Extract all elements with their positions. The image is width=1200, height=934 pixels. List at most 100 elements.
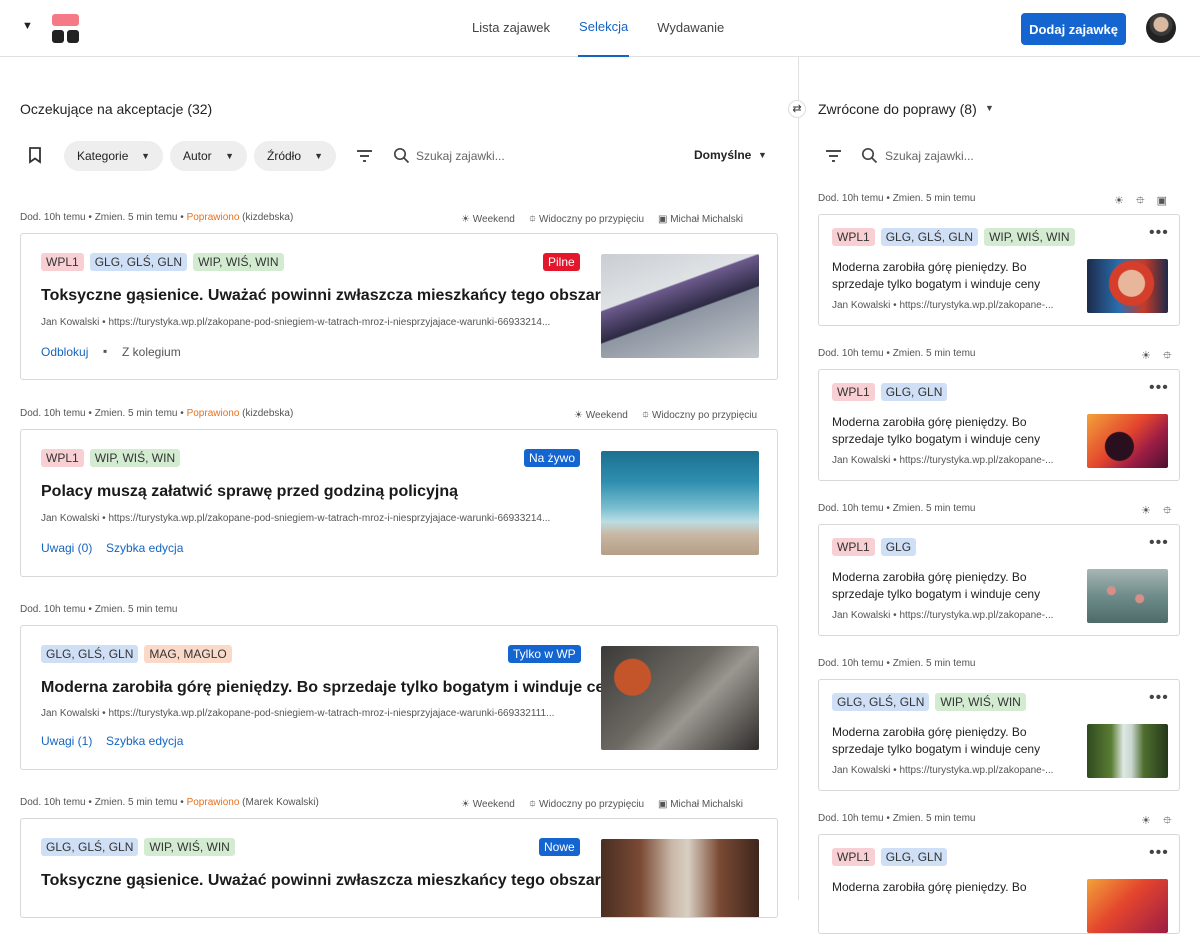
returned-card[interactable]: WPL1 GLG, GLN ••• Moderna zarobiła górę … <box>818 369 1180 481</box>
teaser-card[interactable]: WPL1 GLG, GLŚ, GLN WIP, WIŚ, WIN Pilne T… <box>20 233 778 380</box>
lock-icon: ▣ <box>657 214 668 225</box>
teaser-source: Jan Kowalski • https://turystyka.wp.pl/z… <box>41 513 581 524</box>
teaser-card[interactable]: WPL1 WIP, WIŚ, WIN Na żywo Polacy muszą … <box>20 429 778 577</box>
card-flags: ☀ ⯐ <box>1141 502 1171 521</box>
comment-icon: ▪ <box>103 344 108 358</box>
meta-changed: Zmien. 5 min temu <box>892 348 976 359</box>
swap-panels-icon[interactable]: ⇄ <box>788 100 806 118</box>
unlock-link[interactable]: Odblokuj <box>41 345 88 359</box>
teaser-thumbnail <box>601 254 759 358</box>
filter-zrodlo[interactable]: Źródło ▼ <box>254 141 336 171</box>
teaser-title[interactable]: Moderna zarobiła górę pieniędzy. Bo sprz… <box>832 414 1062 448</box>
teaser-title[interactable]: Moderna zarobiła górę pieniędzy. Bo sprz… <box>41 679 623 697</box>
pin-icon: ⯐ <box>1163 815 1172 827</box>
dot-separator: • <box>886 348 890 359</box>
more-menu-icon[interactable]: ••• <box>1149 379 1169 397</box>
menu-caret-icon[interactable]: ▼ <box>22 20 33 32</box>
returned-card[interactable]: WPL1 GLG, GLŚ, GLN WIP, WIŚ, WIN ••• Mod… <box>818 214 1180 326</box>
filter-lines-icon[interactable] <box>825 149 842 163</box>
returned-card[interactable]: GLG, GLŚ, GLN WIP, WIŚ, WIN ••• Moderna … <box>818 679 1180 791</box>
right-search-input[interactable]: Szukaj zajawki... <box>885 149 974 163</box>
dot-separator: • <box>180 408 184 419</box>
filter-lines-icon[interactable] <box>356 149 373 163</box>
meta-changed: Zmien. 5 min temu <box>94 212 178 223</box>
note-label: Z kolegium <box>122 345 181 359</box>
teaser-card[interactable]: GLG, GLŚ, GLN MAG, MAGLO Tylko w WP Mode… <box>20 625 778 770</box>
flag-weekend: Weekend <box>472 799 515 810</box>
comments-link[interactable]: Uwagi (0) <box>41 541 92 555</box>
nav-wydawanie[interactable]: Wydawanie <box>656 0 725 57</box>
tag: WPL1 <box>41 449 84 467</box>
teaser-thumbnail <box>601 451 759 555</box>
teaser-title[interactable]: Moderna zarobiła górę pieniędzy. Bo sprz… <box>832 724 1062 758</box>
bookmark-icon[interactable] <box>28 147 42 164</box>
teaser-title[interactable]: Moderna zarobiła górę pieniędzy. Bo sprz… <box>832 259 1062 293</box>
meta-changed: Zmien. 5 min temu <box>892 503 976 514</box>
teaser-thumbnail <box>1087 259 1168 313</box>
meta-added: Dod. 10h temu <box>20 604 86 615</box>
quick-edit-link[interactable]: Szybka edycja <box>106 734 183 748</box>
teaser-source: Jan Kowalski • https://turystyka.wp.pl/z… <box>832 300 1075 311</box>
returned-card[interactable]: WPL1 GLG, GLN ••• Moderna zarobiła górę … <box>818 834 1180 934</box>
dot-separator: • <box>180 212 184 223</box>
teaser-title[interactable]: Polacy muszą załatwić sprawę przed godzi… <box>41 483 458 501</box>
dot-separator: • <box>88 604 92 615</box>
teaser-url: https://turystyka.wp.pl/zakopane-... <box>899 610 1054 621</box>
sun-icon: ☀ <box>461 799 470 810</box>
search-icon <box>393 147 410 164</box>
tag: MAG, MAGLO <box>144 645 232 663</box>
teaser-url: https://turystyka.wp.pl/zakopane-pod-sni… <box>108 708 555 719</box>
filter-autor-label: Autor <box>183 149 212 163</box>
meta-by: (kizdebska) <box>242 408 294 419</box>
tag: WIP, WIŚ, WIN <box>935 693 1026 711</box>
logo <box>52 14 79 43</box>
teaser-title[interactable]: Moderna zarobiła górę pieniędzy. Bo sprz… <box>832 569 1062 603</box>
teaser-title[interactable]: Moderna zarobiła górę pieniędzy. Bo <box>832 879 1062 896</box>
right-panel-title[interactable]: Zwrócone do poprawy (8) <box>818 101 977 117</box>
quick-edit-link[interactable]: Szybka edycja <box>106 541 183 555</box>
tag: GLG, GLŚ, GLN <box>89 253 188 271</box>
avatar[interactable] <box>1146 13 1176 43</box>
flag-visible: Widoczny po przypięciu <box>652 410 758 421</box>
dot-separator: • <box>886 658 890 669</box>
tag: WPL1 <box>41 253 84 271</box>
flag-weekend: Weekend <box>472 214 515 225</box>
status-badge: Nowe <box>539 838 580 856</box>
lock-icon: ▣ <box>1156 195 1167 207</box>
meta-changed: Zmien. 5 min temu <box>94 604 178 615</box>
teaser-card[interactable]: GLG, GLŚ, GLN WIP, WIŚ, WIN Nowe Toksycz… <box>20 818 778 918</box>
filter-autor[interactable]: Autor ▼ <box>170 141 247 171</box>
teaser-title[interactable]: Toksyczne gąsienice. Uważać powinni zwła… <box>41 287 611 305</box>
dot-separator: • <box>886 503 890 514</box>
dot-separator: • <box>180 797 184 808</box>
teaser-thumbnail <box>601 839 759 917</box>
filter-kategorie[interactable]: Kategorie ▼ <box>64 141 163 171</box>
tag: WIP, WIŚ, WIN <box>984 228 1075 246</box>
dot-separator: • <box>893 455 897 466</box>
more-menu-icon[interactable]: ••• <box>1149 689 1169 707</box>
search-input[interactable]: Szukaj zajawki... <box>416 149 505 163</box>
add-teaser-button[interactable]: Dodaj zajawkę <box>1021 13 1126 45</box>
chevron-down-icon[interactable]: ▼ <box>985 103 994 113</box>
card-meta: Dod. 10h temu • Zmien. 5 min temu • Popr… <box>20 797 319 808</box>
chevron-down-icon: ▼ <box>141 151 150 161</box>
teaser-author: Jan Kowalski <box>41 708 100 719</box>
teaser-url: https://turystyka.wp.pl/zakopane-pod-sni… <box>108 513 551 524</box>
nav-lista-zajawek[interactable]: Lista zajawek <box>471 0 551 57</box>
sun-icon: ☀ <box>1141 350 1151 362</box>
card-flags: ☀ Weekend ⯐ Widoczny po przypięciu ▣ Mic… <box>461 797 743 814</box>
meta-status: Poprawiono <box>186 797 240 808</box>
card-meta: Dod. 10h temu • Zmien. 5 min temu • Popr… <box>20 408 293 419</box>
returned-card[interactable]: WPL1 GLG ••• Moderna zarobiła górę pieni… <box>818 524 1180 636</box>
nav-selekcja[interactable]: Selekcja <box>578 0 630 57</box>
more-menu-icon[interactable]: ••• <box>1149 224 1169 242</box>
sort-select[interactable]: Domyślne <box>694 148 751 162</box>
chevron-down-icon: ▼ <box>314 151 323 161</box>
teaser-source: Jan Kowalski • https://turystyka.wp.pl/z… <box>832 455 1075 466</box>
teaser-title[interactable]: Toksyczne gąsienice. Uważać powinni zwła… <box>41 872 611 890</box>
more-menu-icon[interactable]: ••• <box>1149 534 1169 552</box>
comments-link[interactable]: Uwagi (1) <box>41 734 92 748</box>
lock-icon: ▣ <box>657 799 668 810</box>
more-menu-icon[interactable]: ••• <box>1149 844 1169 862</box>
chevron-down-icon[interactable]: ▼ <box>758 150 767 160</box>
